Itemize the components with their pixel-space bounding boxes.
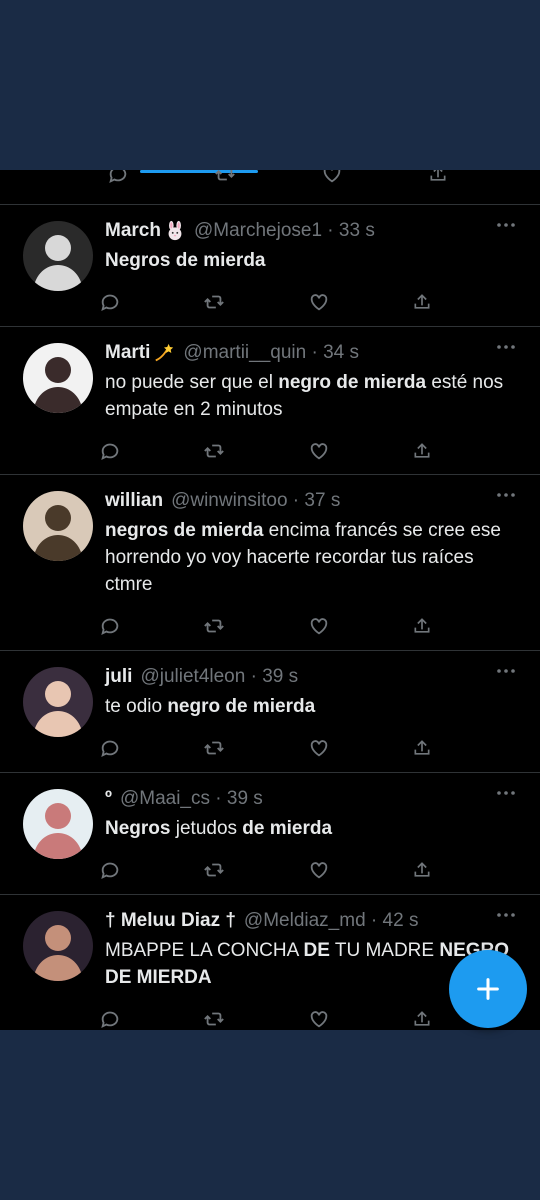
reply-icon[interactable] — [99, 736, 203, 760]
tweet-text-segment: jetudos — [170, 818, 243, 839]
reply-icon[interactable] — [99, 858, 203, 882]
like-icon[interactable] — [308, 439, 412, 463]
tweet-text-bold: DE — [303, 940, 330, 961]
reply-icon[interactable] — [99, 290, 203, 314]
tweet-text-bold: de mierda — [242, 818, 333, 839]
tweet-actions — [99, 433, 516, 469]
like-icon[interactable] — [308, 1007, 412, 1030]
more-options-icon[interactable] — [496, 491, 516, 501]
share-icon[interactable] — [412, 858, 516, 882]
tweet-header: March @Marchejose1 · 33 s — [105, 217, 516, 245]
tweet-actions — [99, 284, 516, 320]
tweet-text-segment: te odio — [105, 696, 168, 717]
like-icon[interactable] — [308, 614, 412, 638]
tweet-text-bold: Negros — [105, 818, 171, 839]
retweet-icon[interactable] — [203, 1007, 307, 1030]
divider — [0, 772, 540, 773]
reply-icon[interactable] — [107, 170, 214, 186]
like-icon[interactable] — [308, 290, 412, 314]
more-options-icon[interactable] — [496, 343, 516, 353]
avatar[interactable] — [23, 789, 93, 859]
tweet-text-segment: MBAPPE LA CONCHA — [105, 940, 304, 961]
retweet-icon[interactable] — [203, 614, 307, 638]
more-options-icon[interactable] — [496, 789, 516, 799]
tweet-actions — [99, 852, 516, 888]
tweet-header: juli @juliet4leon · 39 s — [105, 663, 516, 691]
timeline[interactable]: March @Marchejose1 · 33 s Negros de mierda… — [0, 170, 540, 1030]
like-icon[interactable] — [308, 736, 412, 760]
more-options-icon[interactable] — [496, 911, 516, 921]
tweet-text-segment: no puede ser que el — [105, 372, 279, 393]
handle-and-time[interactable]: @winwinsitoo · 37 s — [171, 490, 340, 512]
divider — [0, 894, 540, 895]
dizzy-star-emoji-icon — [153, 342, 175, 364]
tweet-actions — [99, 730, 516, 766]
tweet-text: Negros de mierda — [105, 247, 516, 274]
tweet-text: Negros jetudos de mierda — [105, 815, 516, 842]
handle-and-time[interactable]: @juliet4leon · 39 s — [140, 666, 298, 688]
retweet-icon[interactable] — [203, 439, 307, 463]
more-options-icon[interactable] — [496, 667, 516, 677]
display-name[interactable]: juli — [105, 666, 132, 688]
previous-tweet-actions — [0, 170, 540, 192]
avatar[interactable] — [23, 667, 93, 737]
tweet-header: Marti @martii__quin · 34 s — [105, 339, 516, 367]
tweet-content: Marti @martii__quin · 34 s no puede ser qu… — [101, 339, 516, 469]
tweet-text-bold: negro de mierda — [167, 696, 316, 717]
tweet-content: willian @winwinsitoo · 37 s negros de mier… — [101, 487, 516, 644]
display-name[interactable]: † Meluu Diaz † — [105, 910, 236, 932]
display-name[interactable]: Marti — [105, 342, 150, 364]
more-options-icon[interactable] — [496, 221, 516, 231]
tweet-text: te odio negro de mierda — [105, 693, 516, 720]
share-icon[interactable] — [412, 290, 516, 314]
divider — [0, 474, 540, 475]
retweet-icon[interactable] — [203, 858, 307, 882]
share-icon[interactable] — [428, 170, 535, 186]
divider — [0, 326, 540, 327]
reply-icon[interactable] — [99, 614, 203, 638]
avatar[interactable] — [23, 491, 93, 561]
tweet-header: º @Maai_cs · 39 s — [105, 785, 516, 813]
tweet-header: willian @winwinsitoo · 37 s — [105, 487, 516, 515]
retweet-icon[interactable] — [214, 170, 321, 186]
retweet-icon[interactable] — [203, 736, 307, 760]
reply-icon[interactable] — [99, 439, 203, 463]
reply-icon[interactable] — [99, 1007, 203, 1030]
display-name[interactable]: March — [105, 220, 161, 242]
tweet-text: negros de mierda encima francés se cree … — [105, 517, 516, 598]
rabbit-face-emoji-icon — [164, 220, 186, 242]
tweet-text-bold: Negros de mierda — [105, 250, 266, 271]
like-icon[interactable] — [321, 170, 428, 186]
tweet-content: juli @juliet4leon · 39 s te odio negro de … — [101, 663, 516, 766]
tweet-text: no puede ser que el negro de mierda esté… — [105, 369, 516, 423]
tweet-header: † Meluu Diaz † @Meldiaz_md · 42 s — [105, 907, 516, 935]
share-icon[interactable] — [412, 614, 516, 638]
handle-and-time[interactable]: @Marchejose1 · 33 s — [194, 220, 375, 242]
handle-and-time[interactable]: @martii__quin · 34 s — [183, 342, 359, 364]
display-name[interactable]: º — [105, 788, 112, 810]
like-icon[interactable] — [308, 858, 412, 882]
plus-icon — [477, 978, 499, 1000]
avatar[interactable] — [23, 221, 93, 291]
retweet-icon[interactable] — [203, 290, 307, 314]
tweet-text-bold: negros de mierda — [105, 520, 264, 541]
divider — [0, 204, 540, 205]
share-icon[interactable] — [412, 736, 516, 760]
handle-and-time[interactable]: @Maai_cs · 39 s — [120, 788, 263, 810]
tweet-text-bold: negro de mierda — [278, 372, 427, 393]
compose-tweet-button[interactable] — [449, 950, 527, 1028]
avatar[interactable] — [23, 343, 93, 413]
tweet-text-segment: TU MADRE — [329, 940, 440, 961]
avatar[interactable] — [23, 911, 93, 981]
handle-and-time[interactable]: @Meldiaz_md · 42 s — [244, 910, 419, 932]
share-icon[interactable] — [412, 439, 516, 463]
divider — [0, 650, 540, 651]
tweet-actions — [99, 608, 516, 644]
tweet-content: March @Marchejose1 · 33 s Negros de mierda — [101, 217, 516, 320]
tweet-content: º @Maai_cs · 39 s Negros jetudos de mierda — [101, 785, 516, 888]
display-name[interactable]: willian — [105, 490, 163, 512]
